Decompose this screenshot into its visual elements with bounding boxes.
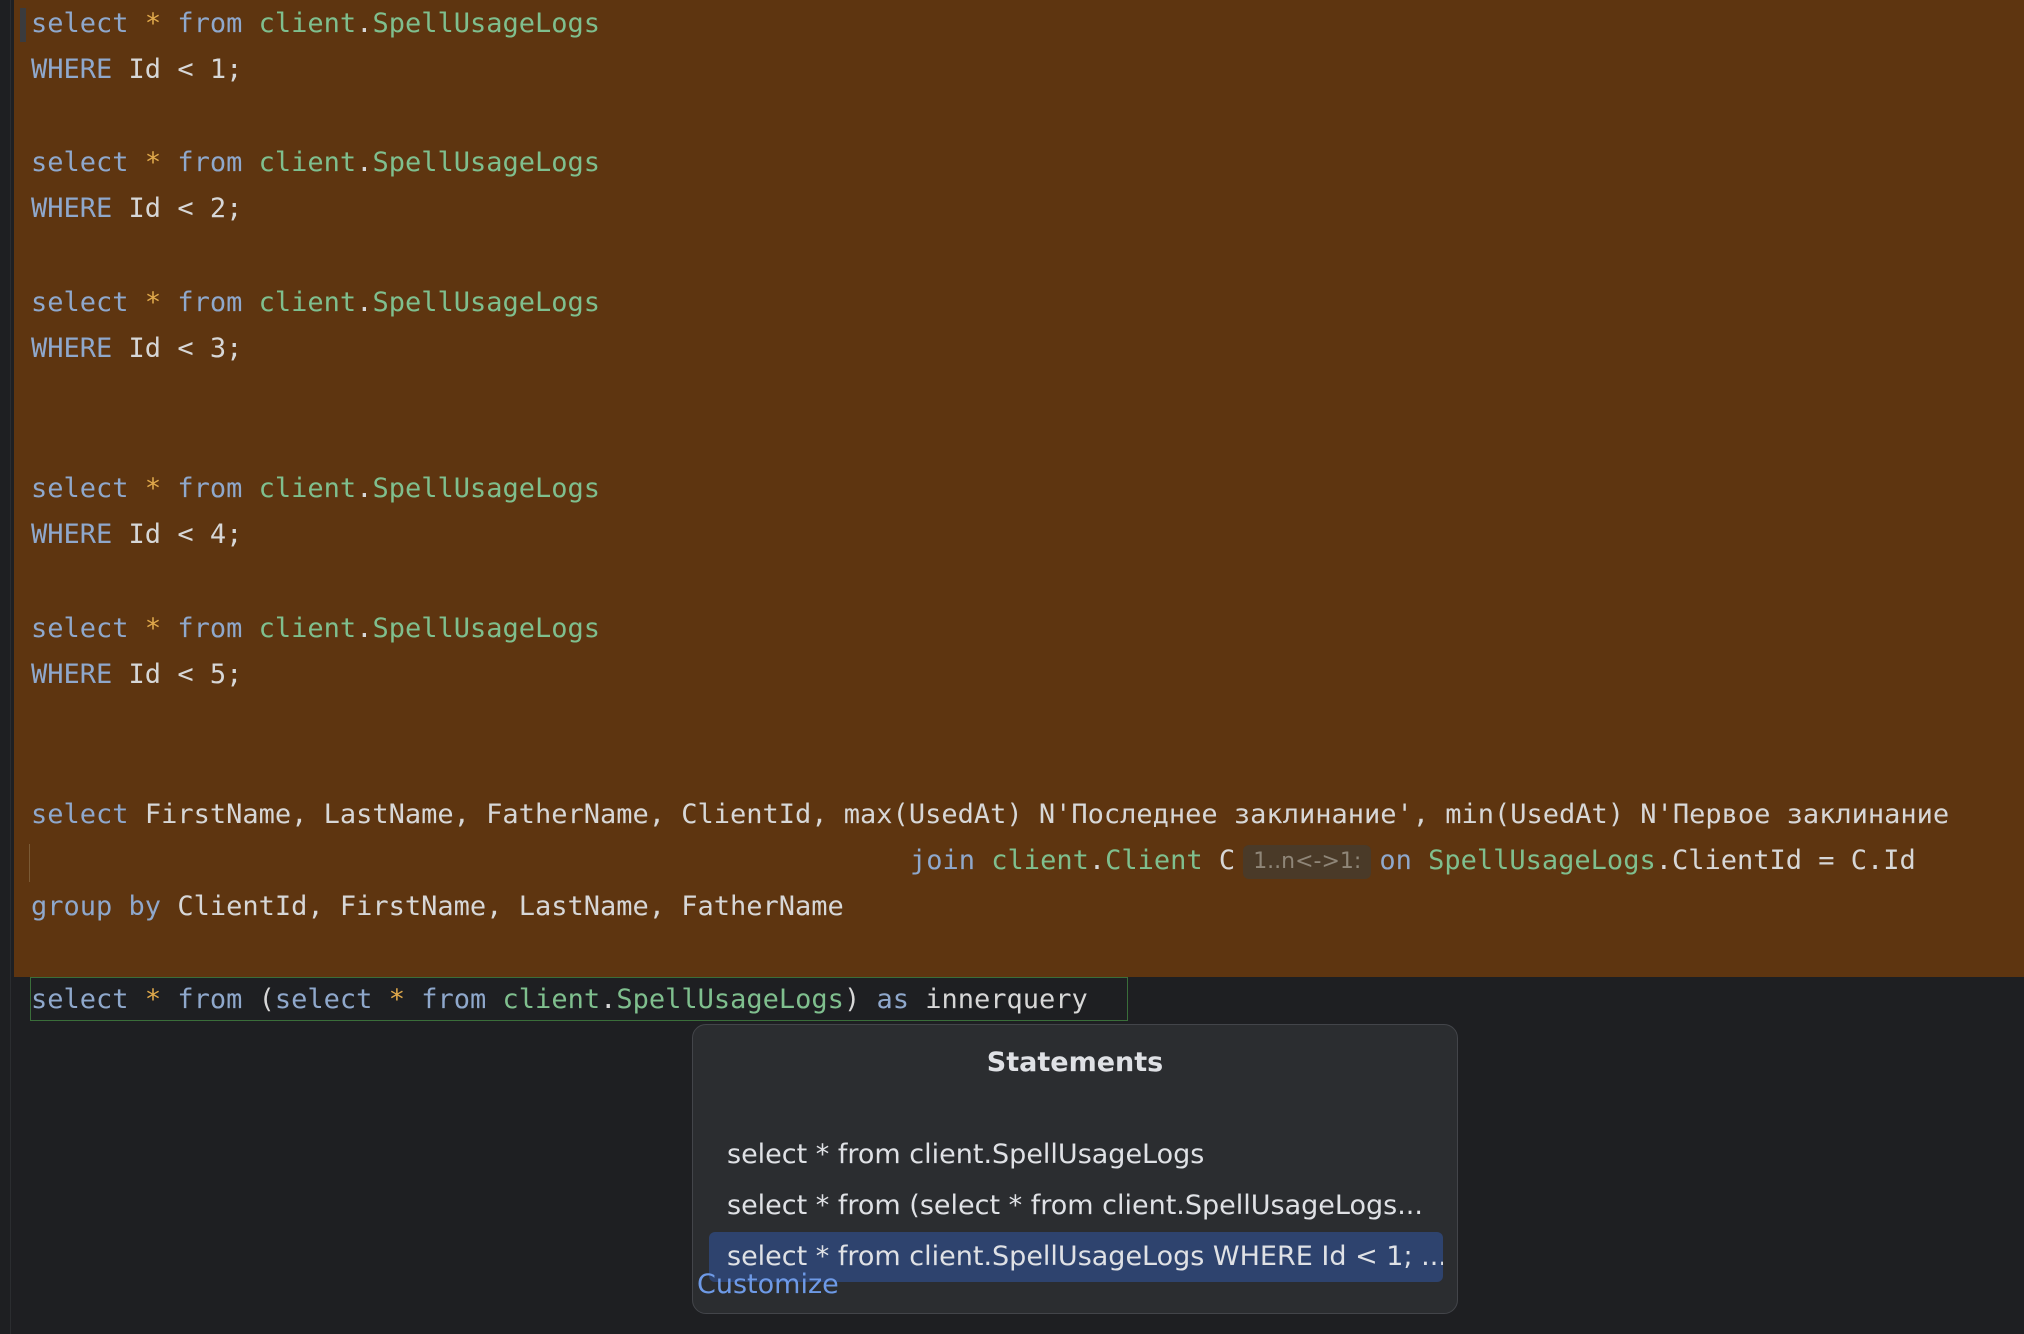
- value: 4;: [209, 519, 243, 550]
- keyword: select: [31, 613, 129, 644]
- value: 2;: [209, 193, 243, 224]
- keyword: select: [31, 799, 129, 830]
- column-name: Id: [128, 519, 162, 550]
- asterisk: *: [144, 613, 162, 644]
- asterisk: *: [388, 984, 405, 1015]
- code-line[interactable]: WHERE Id < 2;: [31, 186, 242, 232]
- keyword: as: [876, 984, 909, 1015]
- paren: ): [843, 984, 861, 1015]
- keyword: from: [177, 473, 243, 504]
- schema-name: client: [991, 845, 1089, 876]
- keyword: from: [177, 147, 243, 178]
- code-line[interactable]: WHERE Id < 4;: [31, 512, 242, 558]
- code-line[interactable]: WHERE Id < 5;: [31, 652, 242, 698]
- code-line[interactable]: select * from client.SpellUsageLogs: [31, 280, 600, 326]
- code-line[interactable]: select * from client.SpellUsageLogs: [31, 1, 600, 47]
- subquery-alias: innerquery: [925, 984, 1088, 1015]
- schema-name: client: [258, 613, 357, 644]
- statement-option[interactable]: select * from client.SpellUsageLogs: [709, 1130, 1443, 1180]
- table-name: SpellUsageLogs: [372, 613, 601, 644]
- keyword: join: [910, 845, 976, 876]
- code-line[interactable]: select * from client.SpellUsageLogs: [31, 140, 600, 186]
- keyword: select: [274, 984, 373, 1015]
- column-name: Id: [128, 193, 162, 224]
- keyword: from: [177, 613, 243, 644]
- keyword: from: [421, 984, 487, 1015]
- operator: <: [177, 193, 194, 224]
- asterisk: *: [144, 984, 162, 1015]
- operator: <: [177, 333, 194, 364]
- keyword: select: [31, 287, 129, 318]
- table-alias: C: [1218, 845, 1236, 876]
- code-line[interactable]: WHERE Id < 3;: [31, 326, 242, 372]
- join-cardinality-hint: 1..n<->1:: [1243, 844, 1372, 879]
- column-name: Id: [128, 333, 162, 364]
- keyword: on: [1379, 845, 1412, 876]
- code-line[interactable]: select * from client.SpellUsageLogs: [31, 606, 600, 652]
- schema-name: client: [502, 984, 601, 1015]
- keyword: select: [31, 473, 129, 504]
- group-by-columns: ClientId, FirstName, LastName, FatherNam…: [177, 891, 844, 922]
- asterisk: *: [144, 287, 162, 318]
- value: 1;: [209, 54, 243, 85]
- keyword: from: [177, 8, 243, 39]
- code-line[interactable]: WHERE Id < 1;: [31, 47, 242, 93]
- schema-name: client: [258, 287, 357, 318]
- indent-guide: [29, 844, 30, 882]
- keyword: select: [31, 984, 129, 1015]
- code-line-current[interactable]: select * from (select * from client.Spel…: [31, 977, 1088, 1023]
- operator: <: [177, 519, 194, 550]
- asterisk: *: [144, 147, 162, 178]
- column-name: Id: [128, 54, 162, 85]
- schema-name: client: [258, 8, 357, 39]
- table-name: SpellUsageLogs: [372, 147, 601, 178]
- code-line[interactable]: join client.Client C 1..n<->1: on SpellUsa…: [910, 838, 1916, 884]
- table-name: SpellUsageLogs: [616, 984, 844, 1015]
- keyword: group: [31, 891, 113, 922]
- table-name: Client: [1105, 845, 1203, 876]
- text-caret: [20, 8, 26, 42]
- table-name: SpellUsageLogs: [1428, 845, 1656, 876]
- join-condition: .ClientId = C.Id: [1655, 845, 1916, 876]
- select-columns: FirstName, LastName, FatherName, ClientI…: [144, 799, 1950, 830]
- asterisk: *: [144, 473, 162, 504]
- code-line[interactable]: select FirstName, LastName, FatherName, …: [31, 792, 1949, 838]
- schema-name: client: [258, 473, 357, 504]
- keyword: WHERE: [31, 333, 113, 364]
- code-line[interactable]: group by ClientId, FirstName, LastName, …: [31, 884, 844, 930]
- operator: <: [177, 54, 194, 85]
- editor-gutter: [0, 0, 11, 1334]
- keyword: WHERE: [31, 519, 113, 550]
- asterisk: *: [144, 8, 162, 39]
- keyword: WHERE: [31, 193, 113, 224]
- code-line[interactable]: select * from client.SpellUsageLogs: [31, 466, 600, 512]
- statement-option[interactable]: select * from (select * from client.Spel…: [709, 1181, 1443, 1231]
- statements-popup: Statements select * from client.SpellUsa…: [692, 1024, 1458, 1314]
- keyword: from: [177, 984, 243, 1015]
- keyword: by: [128, 891, 162, 922]
- keyword: select: [31, 147, 129, 178]
- keyword: WHERE: [31, 54, 113, 85]
- popup-title: Statements: [986, 1047, 1164, 1078]
- table-name: SpellUsageLogs: [372, 8, 601, 39]
- column-name: Id: [128, 659, 162, 690]
- keyword: from: [177, 287, 243, 318]
- table-name: SpellUsageLogs: [372, 473, 601, 504]
- paren: (: [258, 984, 275, 1015]
- keyword: select: [31, 8, 129, 39]
- operator: <: [177, 659, 194, 690]
- value: 3;: [209, 333, 243, 364]
- schema-name: client: [258, 147, 357, 178]
- table-name: SpellUsageLogs: [372, 287, 601, 318]
- keyword: WHERE: [31, 659, 113, 690]
- value: 5;: [209, 659, 243, 690]
- customize-link[interactable]: Customize: [697, 1269, 839, 1300]
